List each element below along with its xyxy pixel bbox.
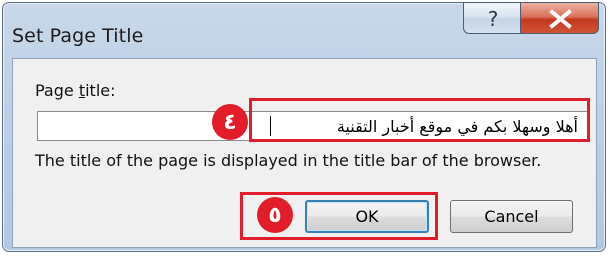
step-5-badge: ٥ [257, 197, 293, 233]
window-title: Set Page Title [12, 25, 144, 47]
close-icon [549, 9, 572, 29]
close-button[interactable] [520, 2, 599, 34]
input-highlight-box [249, 98, 590, 142]
description-text: The title of the page is displayed in th… [35, 151, 542, 170]
help-icon: ? [488, 7, 499, 31]
help-button[interactable]: ? [463, 2, 521, 34]
cancel-button[interactable]: Cancel [450, 200, 573, 233]
step-4-badge: ٤ [212, 104, 248, 140]
page-title-label: Page title: [35, 81, 116, 100]
svg-text:?: ? [488, 7, 499, 31]
